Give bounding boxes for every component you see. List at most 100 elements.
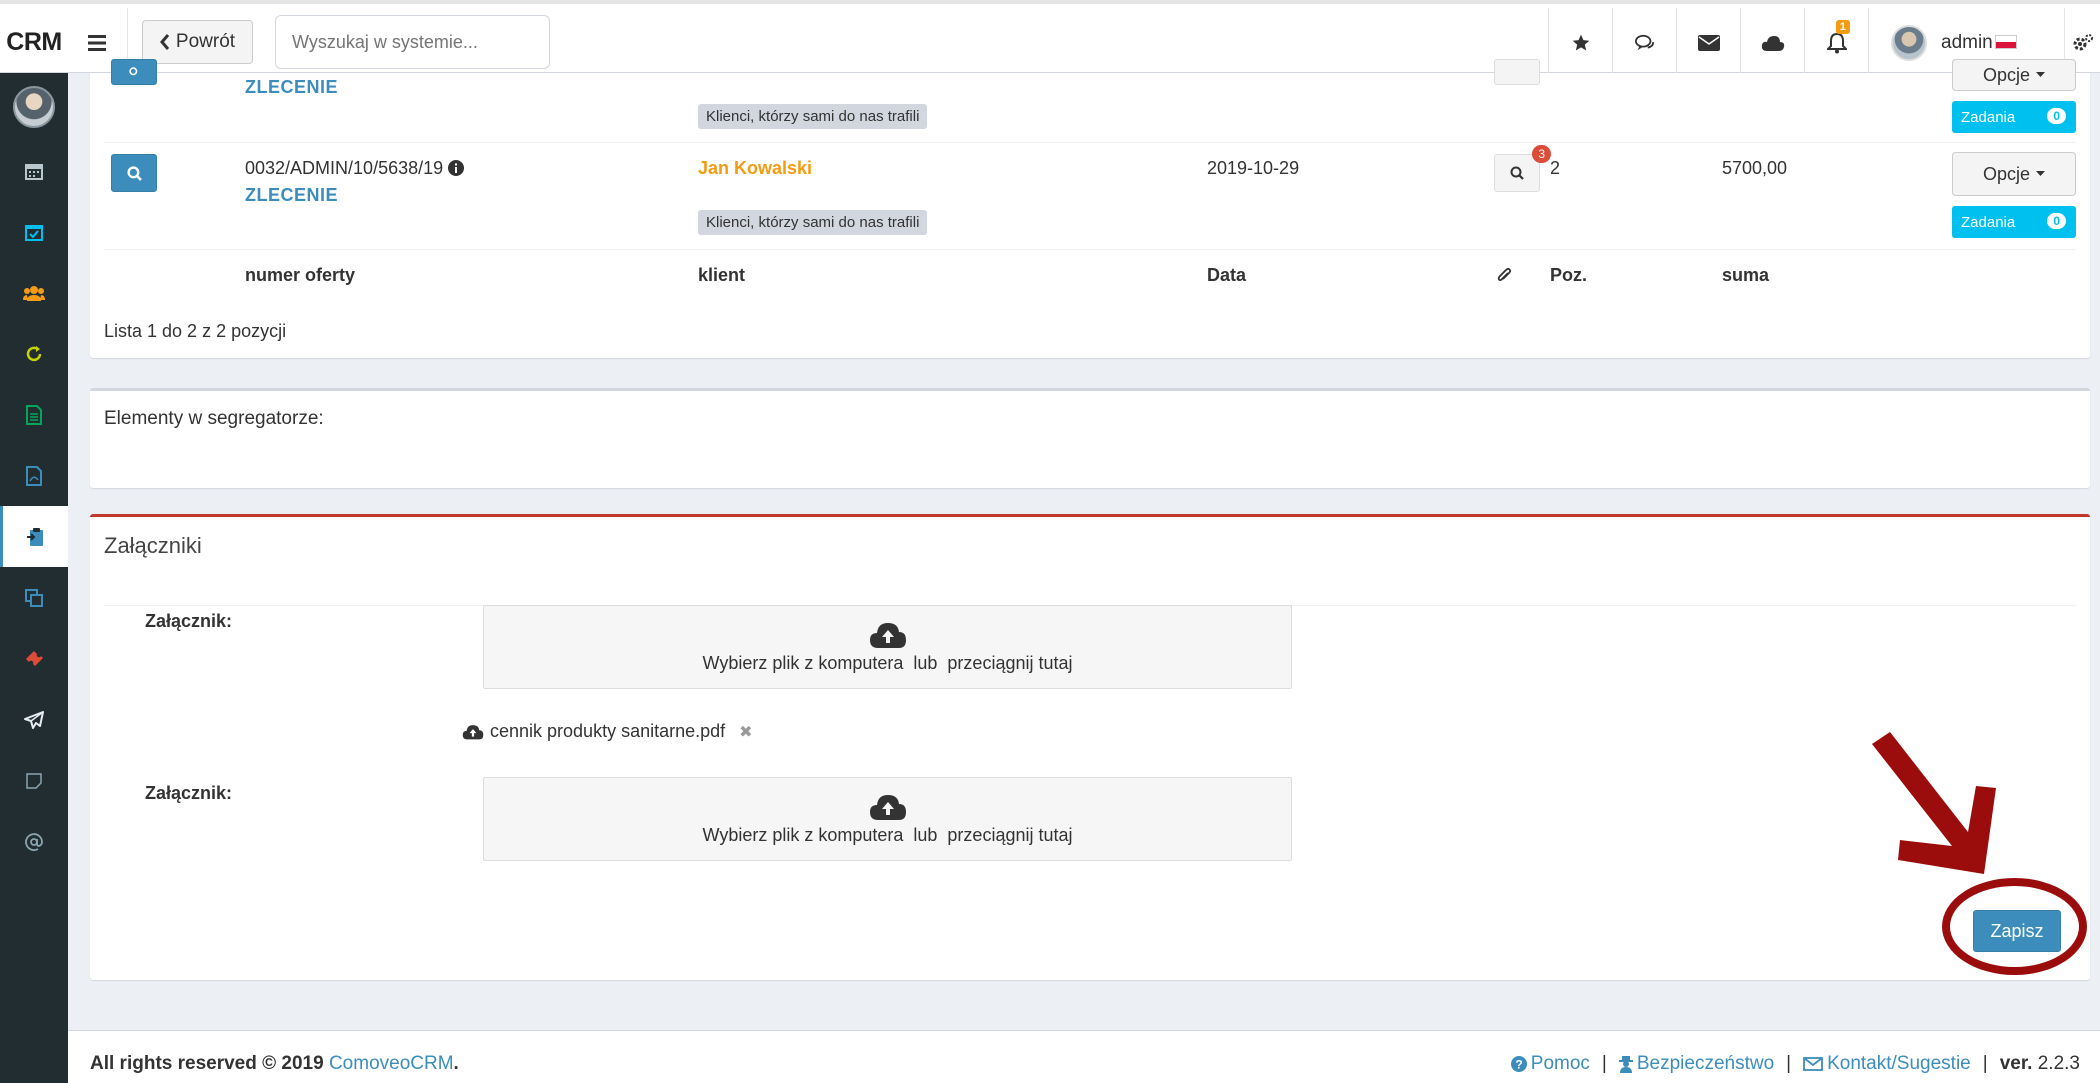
- file-dropzone[interactable]: Wybierz plik z komputera lub przeciągnij…: [483, 605, 1292, 689]
- chat-button[interactable]: [1612, 8, 1676, 77]
- contact-label: Kontakt/Sugestie: [1827, 1053, 1971, 1074]
- file-dropzone[interactable]: Wybierz plik z komputera lub przeciągnij…: [483, 777, 1292, 861]
- offer-positions: 2: [1550, 158, 1561, 178]
- order-type-link[interactable]: ZLECENIE: [245, 185, 338, 206]
- sticky-note-icon: [26, 772, 42, 789]
- help-label: Pomoc: [1530, 1053, 1590, 1074]
- envelope-outline-icon: [1803, 1057, 1823, 1071]
- remove-file-icon[interactable]: ✖: [739, 722, 752, 742]
- attachments-title: Załączniki: [104, 533, 202, 558]
- column-header-date[interactable]: Data: [1207, 265, 1246, 286]
- view-offer-button[interactable]: [111, 59, 157, 85]
- users-icon: [23, 285, 45, 301]
- sidebar-item-tasks[interactable]: [0, 201, 68, 262]
- attachments-count-badge: 3: [1532, 145, 1551, 163]
- sidebar-item-copy[interactable]: [0, 567, 68, 628]
- notifications-button[interactable]: 1: [1804, 8, 1868, 77]
- table-footer-header: numer oferty klient Data Poz. suma: [104, 251, 2076, 301]
- footer-links: ? Pomoc | Bezpieczeństwo | Kontakt/Suges…: [1510, 1053, 2080, 1075]
- version-info: ver. 2.2.3: [2000, 1053, 2080, 1075]
- sidebar-item-tickets[interactable]: [0, 628, 68, 689]
- caret-down-icon: [2036, 72, 2046, 77]
- sidebar-item-documents[interactable]: [0, 384, 68, 445]
- tasks-count-badge: 0: [2047, 108, 2066, 124]
- brand-logo[interactable]: CRM: [0, 8, 68, 77]
- client-link[interactable]: Jan Kowalski: [698, 158, 812, 179]
- top-navbar: CRM Powrót 1 admin: [0, 0, 2100, 77]
- sidebar-item-offers[interactable]: [0, 506, 68, 567]
- tasks-label: Zadania: [1961, 213, 2016, 231]
- sidebar-item-calendar[interactable]: [0, 140, 68, 201]
- offer-number: 0032/ADMIN/10/5638/19: [245, 158, 465, 179]
- order-type-link[interactable]: ZLECENIE: [245, 77, 338, 98]
- at-sign-icon: [25, 832, 43, 851]
- column-header-sum[interactable]: suma: [1722, 265, 1769, 286]
- attachment-field-label: Załącznik:: [145, 611, 233, 631]
- favorites-button[interactable]: [1548, 8, 1612, 77]
- view-offer-button[interactable]: [111, 154, 157, 192]
- star-icon: [1572, 34, 1589, 50]
- security-label: Bezpieczeństwo: [1636, 1053, 1775, 1074]
- caret-down-icon: [2036, 171, 2046, 176]
- chevron-left-icon: [159, 34, 170, 50]
- binder-box: Elementy w segregatorze:: [90, 388, 2090, 488]
- company-link[interactable]: ComoveoCRM: [329, 1053, 454, 1074]
- column-header-offer-number[interactable]: numer oferty: [245, 265, 355, 286]
- binder-label: Elementy w segregatorze:: [104, 408, 324, 429]
- dropzone-text: Wybierz plik z komputera lub przeciągnij…: [702, 652, 1073, 673]
- gears-icon: [2073, 33, 2093, 50]
- sidebar-avatar[interactable]: [13, 86, 55, 128]
- attachments-box: Załączniki Załącznik: Wybierz plik z kom…: [90, 514, 2090, 980]
- ticket-icon: [26, 650, 43, 666]
- sidebar-item-send[interactable]: [0, 689, 68, 750]
- annotation-arrow-icon: [1872, 732, 1996, 874]
- tasks-button[interactable]: Zadania 0: [1952, 101, 2076, 133]
- options-dropdown-button[interactable]: Opcje: [1952, 152, 2076, 196]
- hamburger-icon: [87, 34, 106, 51]
- help-link[interactable]: ? Pomoc: [1510, 1053, 1590, 1075]
- version-number: 2.2.3: [2037, 1053, 2080, 1074]
- uploaded-file-name[interactable]: cennik produkty sanitarne.pdf: [490, 721, 725, 742]
- search-input[interactable]: [275, 15, 550, 69]
- annotation-circle: [1942, 878, 2087, 975]
- user-secret-icon: [1618, 1056, 1633, 1073]
- user-name: admin: [1941, 31, 1993, 53]
- search-icon: [1510, 166, 1524, 180]
- cloud-upload-icon: [869, 622, 906, 648]
- column-header-positions[interactable]: Poz.: [1550, 265, 1587, 286]
- sidebar-item-notes[interactable]: [0, 750, 68, 811]
- options-dropdown-button[interactable]: Opcje: [1952, 59, 2076, 91]
- security-link[interactable]: Bezpieczeństwo: [1618, 1053, 1775, 1075]
- calendar-check-icon: [25, 224, 43, 241]
- attachments-button[interactable]: [1494, 59, 1540, 85]
- search-icon: [129, 67, 138, 76]
- copy-icon: [25, 588, 43, 607]
- offer-date: 2019-10-29: [1207, 158, 1300, 178]
- column-header-client[interactable]: klient: [698, 265, 745, 286]
- file-text-icon: [26, 404, 42, 425]
- tasks-label: Zadania: [1961, 108, 2016, 126]
- back-button[interactable]: Powrót: [142, 20, 253, 64]
- offer-number-text: 0032/ADMIN/10/5638/19: [245, 158, 444, 178]
- sidebar-item-email[interactable]: [0, 811, 68, 872]
- tasks-button[interactable]: Zadania 0: [1952, 206, 2076, 238]
- sidebar-item-refresh[interactable]: [0, 323, 68, 384]
- attachment-field-label: Załącznik:: [145, 783, 233, 803]
- refresh-icon: [26, 345, 42, 361]
- avatar: [1891, 24, 1927, 61]
- sidebar-item-clients[interactable]: [0, 262, 68, 323]
- table-row: 0032/ADMIN/10/5638/19 ZLECENIE Jan Kowal…: [104, 144, 2076, 250]
- sidebar-item-pdf[interactable]: [0, 445, 68, 506]
- dropzone-text: Wybierz plik z komputera lub przeciągnij…: [702, 824, 1073, 845]
- sidebar: [0, 73, 68, 1083]
- polish-flag-icon: [1994, 35, 2017, 50]
- envelope-icon: [1697, 34, 1720, 51]
- messages-button[interactable]: [1676, 8, 1740, 77]
- attachments-button[interactable]: 3: [1494, 145, 1551, 192]
- info-circle-icon[interactable]: [448, 160, 465, 176]
- cloud-icon: [1761, 35, 1784, 51]
- footer: All rights reserved © 2019 ComoveoCRM. ?…: [68, 1030, 2100, 1083]
- cloud-button[interactable]: [1740, 8, 1804, 77]
- tasks-count-badge: 0: [2047, 213, 2066, 229]
- contact-link[interactable]: Kontakt/Sugestie: [1803, 1053, 1971, 1075]
